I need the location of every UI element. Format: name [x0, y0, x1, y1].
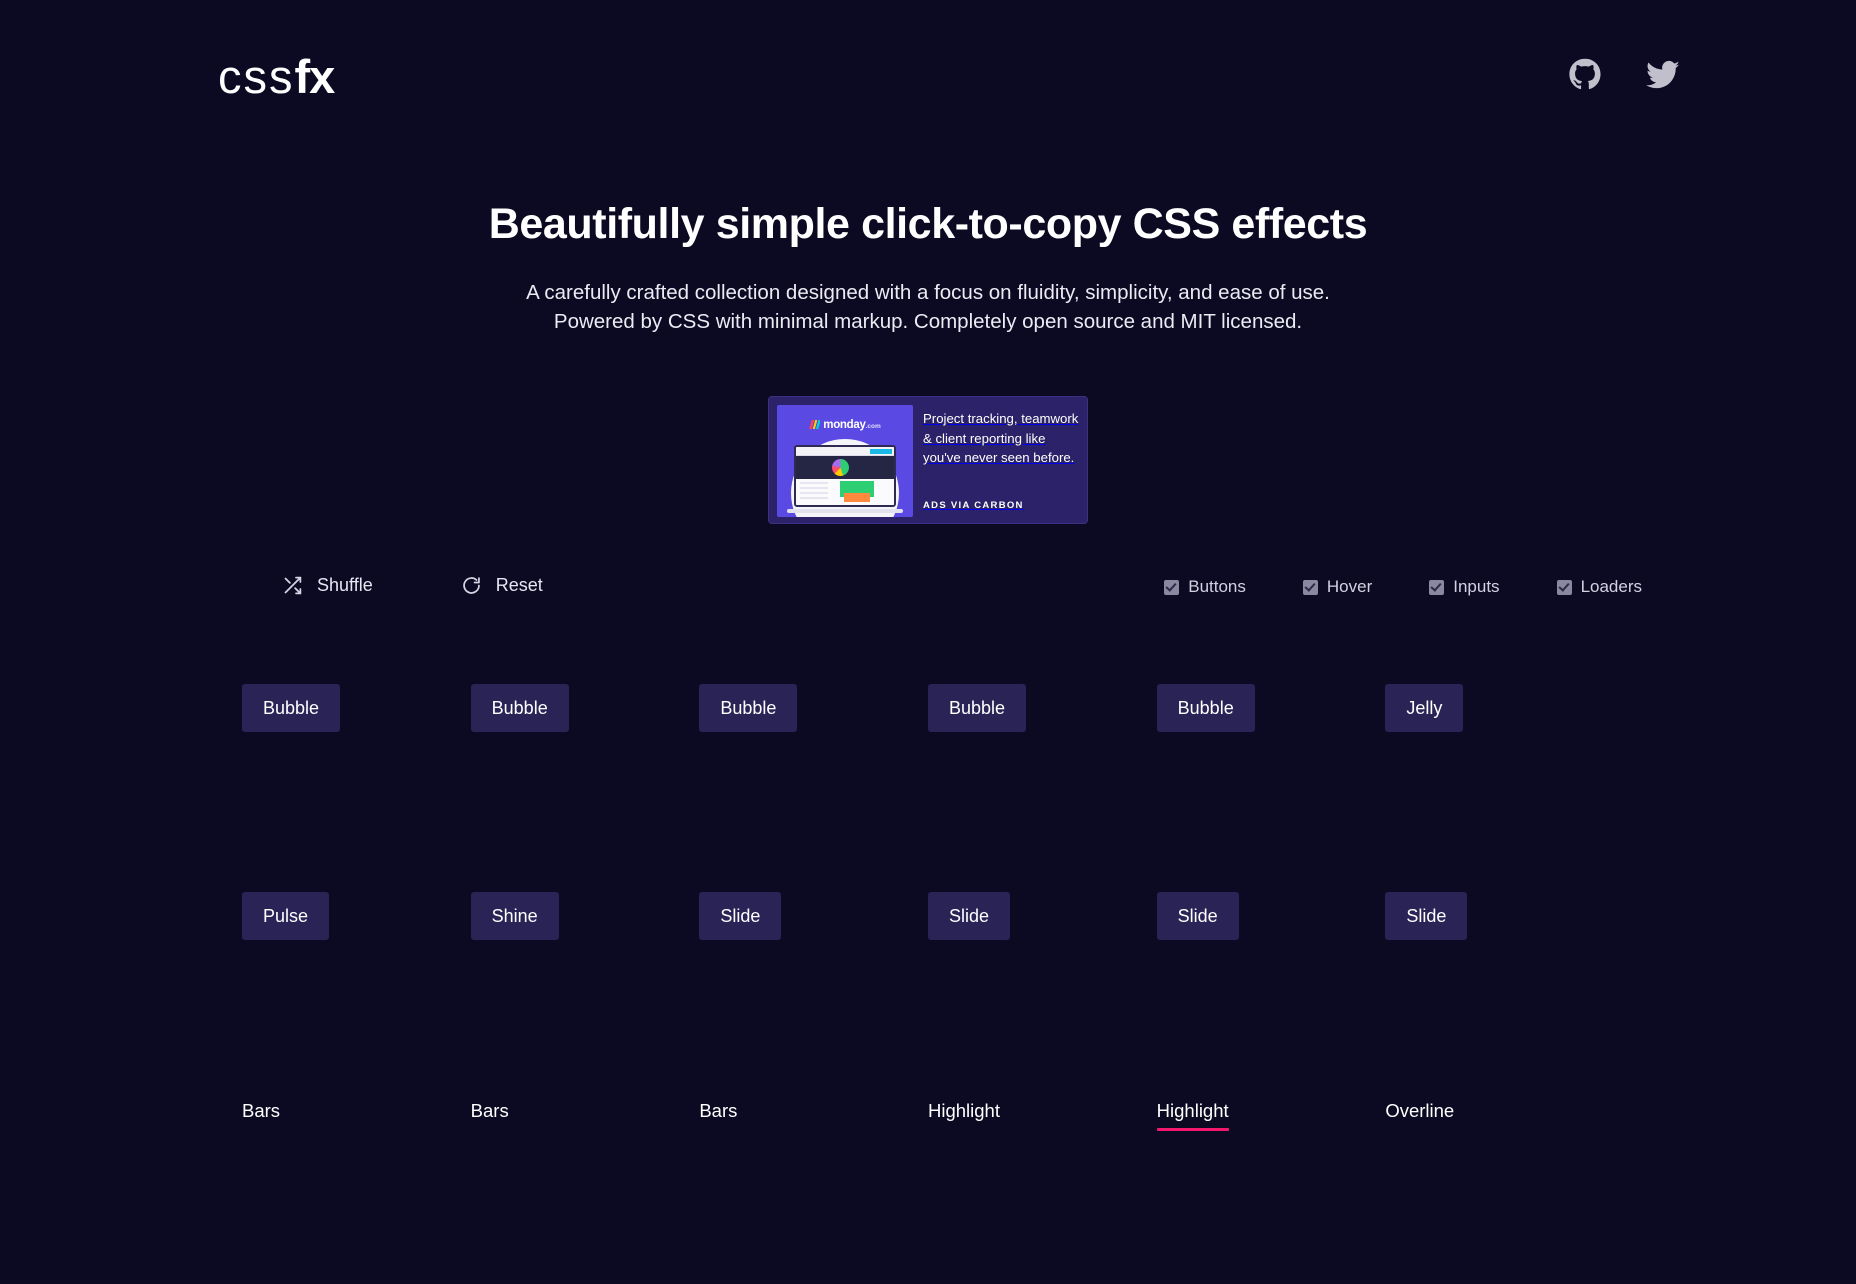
site-header: cssfx — [0, 0, 1856, 150]
ad-brand-suffix: .com — [865, 423, 881, 430]
effect-cell: Bubble — [242, 660, 471, 868]
page-subtitle: A carefully crafted collection designed … — [0, 278, 1856, 336]
ad-pie-chart — [832, 459, 849, 476]
effect-cell: Bubble — [1156, 660, 1386, 868]
twitter-icon[interactable] — [1646, 58, 1680, 92]
ad-brand-name: monday — [823, 419, 866, 431]
ad-orange-block — [844, 493, 870, 502]
effect-slide-1[interactable]: Slide — [699, 892, 782, 940]
filter-inputs-label: Inputs — [1453, 577, 1500, 596]
effect-cell: Highlight — [928, 1076, 1157, 1284]
category-filters: Buttons Hover Inputs Loaders — [1164, 577, 1642, 597]
effect-cell: Jelly — [1385, 660, 1614, 868]
effect-cell: Slide — [1385, 868, 1614, 1076]
effect-bubble-3[interactable]: Bubble — [699, 684, 798, 732]
ad-laptop-base — [787, 509, 903, 513]
effect-pulse[interactable]: Pulse — [242, 892, 330, 940]
effect-slide-4[interactable]: Slide — [1385, 892, 1468, 940]
effect-shine[interactable]: Shine — [470, 892, 559, 940]
effect-bars-2[interactable]: Bars — [471, 1100, 509, 1122]
effect-bars-1[interactable]: Bars — [242, 1100, 280, 1122]
filter-buttons-label: Buttons — [1188, 577, 1246, 596]
page-title: Beautifully simple click-to-copy CSS eff… — [488, 200, 1368, 248]
reset-button[interactable]: Reset — [461, 575, 543, 596]
effect-cell: Overline — [1385, 1076, 1614, 1284]
effect-slide-2[interactable]: Slide — [928, 892, 1011, 940]
effect-overline[interactable]: Overline — [1385, 1100, 1454, 1122]
ad-body: Project tracking, teamwork & client repo… — [923, 405, 1079, 515]
effects-toolbar: Shuffle Reset Buttons Hover Inputs Loade… — [0, 575, 1856, 615]
toolbar-actions: Shuffle Reset — [282, 575, 543, 596]
effect-cell: Bars — [471, 1076, 700, 1284]
effect-cell: Bubble — [699, 660, 928, 868]
effect-slide-3[interactable]: Slide — [1156, 892, 1239, 940]
logo-text-bold: fx — [294, 50, 336, 103]
ad-laptop-toolbar — [796, 447, 894, 456]
effect-cell: Bars — [242, 1076, 471, 1284]
effect-cell: Bubble — [928, 660, 1157, 868]
filter-buttons[interactable]: Buttons — [1164, 577, 1246, 597]
effect-cell: Highlight — [1156, 1076, 1386, 1284]
ad-laptop-table — [796, 479, 894, 505]
monday-mark-icon — [809, 420, 821, 429]
reset-icon — [461, 575, 482, 596]
site-logo[interactable]: cssfx — [218, 46, 398, 108]
filter-hover-checkbox[interactable] — [1302, 579, 1318, 595]
logo-text-thin: css — [218, 50, 295, 103]
effect-bubble-5[interactable]: Bubble — [1156, 684, 1255, 732]
subtitle-line-1: A carefully crafted collection designed … — [526, 281, 1330, 304]
ad-attribution: ADS VIA CARBON — [923, 500, 1024, 511]
shuffle-icon — [282, 575, 303, 596]
ad-image: monday.com — [777, 405, 913, 517]
filter-inputs[interactable]: Inputs — [1429, 577, 1500, 597]
subtitle-line-2: Powered by CSS with minimal markup. Comp… — [553, 310, 1303, 333]
effect-bubble-2[interactable]: Bubble — [470, 684, 569, 732]
effect-bars-3[interactable]: Bars — [699, 1100, 737, 1122]
hero-section: Beautifully simple click-to-copy CSS eff… — [0, 196, 1856, 336]
filter-hover-label: Hover — [1326, 577, 1373, 596]
filter-hover[interactable]: Hover — [1302, 577, 1373, 597]
effect-cell: Bubble — [470, 660, 700, 868]
ad-laptop-dashboard — [796, 456, 894, 479]
filter-inputs-checkbox[interactable] — [1429, 579, 1445, 595]
effect-bubble-1[interactable]: Bubble — [242, 684, 341, 732]
reset-label: Reset — [495, 575, 543, 595]
filter-buttons-checkbox[interactable] — [1164, 579, 1180, 595]
shuffle-label: Shuffle — [317, 575, 373, 595]
effect-bubble-4[interactable]: Bubble — [928, 684, 1027, 732]
ad-image-laptop — [794, 445, 896, 507]
filter-loaders-label: Loaders — [1580, 577, 1642, 596]
effect-cell: Slide — [1156, 868, 1386, 1076]
effect-highlight-2[interactable]: Highlight — [1156, 1100, 1229, 1131]
filter-loaders[interactable]: Loaders — [1556, 577, 1642, 597]
effect-jelly[interactable]: Jelly — [1385, 684, 1464, 732]
effect-cell: Bars — [699, 1076, 928, 1284]
carbon-ad[interactable]: monday.com Project tracking, teamwork & … — [768, 396, 1088, 524]
logo-text: cssfx — [218, 46, 336, 108]
effect-cell: Slide — [699, 868, 928, 1076]
filter-loaders-checkbox[interactable] — [1556, 579, 1572, 595]
effect-cell: Slide — [928, 868, 1157, 1076]
github-icon[interactable] — [1568, 58, 1602, 92]
effect-cell: Shine — [470, 868, 700, 1076]
ad-text: Project tracking, teamwork & client repo… — [923, 411, 1079, 465]
ad-brand-logo: monday.com — [777, 419, 913, 431]
social-links — [1568, 58, 1680, 92]
shuffle-button[interactable]: Shuffle — [282, 575, 373, 596]
effect-highlight-1[interactable]: Highlight — [928, 1100, 1000, 1122]
effects-grid: Bubble Bubble Bubble Bubble Bubble Jelly… — [242, 660, 1614, 1284]
effect-cell: Pulse — [242, 868, 471, 1076]
